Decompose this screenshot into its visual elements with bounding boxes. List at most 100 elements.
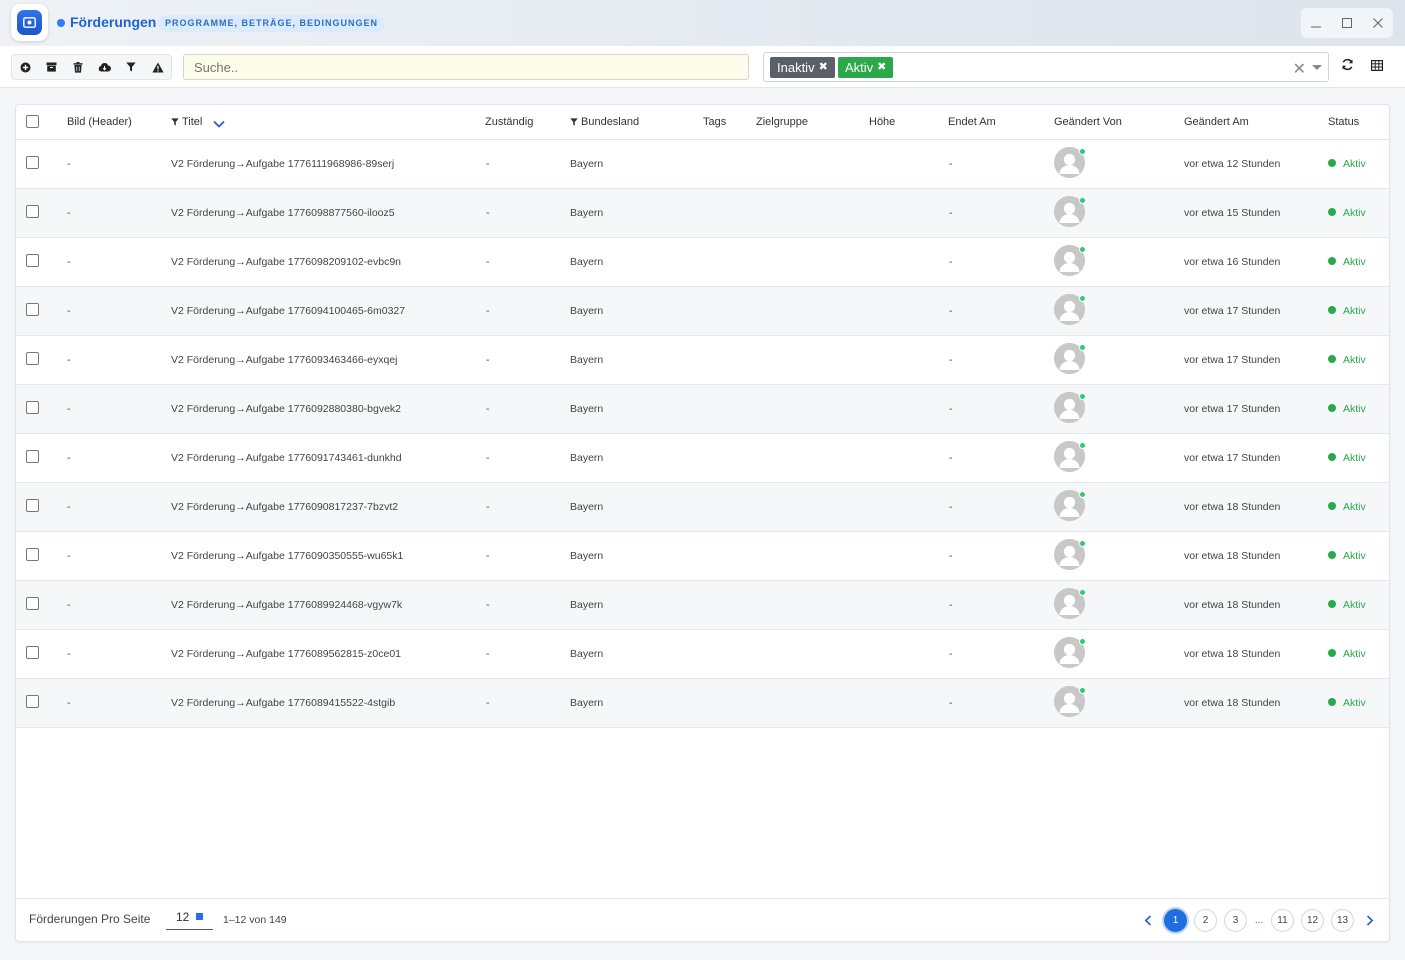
chevron-down-icon[interactable]: [1312, 65, 1322, 70]
close-icon[interactable]: [1368, 13, 1388, 33]
row-checkbox[interactable]: [26, 401, 39, 414]
status-dot: [1328, 355, 1336, 363]
online-indicator: [1079, 589, 1086, 596]
row-checkbox[interactable]: [26, 548, 39, 561]
row-checkbox[interactable]: [26, 156, 39, 169]
row-checkbox[interactable]: [26, 597, 39, 610]
table-row[interactable]: - V2 Förderung→Aufgabe 1776098209102-evbc…: [16, 238, 1389, 287]
online-indicator: [1079, 148, 1086, 155]
column-header-titel[interactable]: Titel: [171, 116, 226, 128]
cell-zustaendig: -: [486, 305, 490, 317]
table-row[interactable]: - V2 Förderung→Aufgabe 1776092880380-bgve…: [16, 385, 1389, 434]
status-dot: [1328, 159, 1336, 167]
row-checkbox[interactable]: [26, 352, 39, 365]
cell-titel[interactable]: V2 Förderung→Aufgabe 1776098877560-ilooz…: [171, 207, 395, 219]
chevron-left-icon[interactable]: [1139, 909, 1157, 932]
title-bar: Förderungen PROGRAMME, BETRÄGE, BEDINGUN…: [0, 0, 1405, 46]
page-button[interactable]: 11: [1271, 908, 1294, 932]
row-checkbox[interactable]: [26, 205, 39, 218]
row-checkbox[interactable]: [26, 254, 39, 267]
cell-endet-am: -: [949, 403, 953, 415]
table-row[interactable]: - V2 Förderung→Aufgabe 1776090350555-wu65…: [16, 532, 1389, 581]
cell-bild: -: [67, 550, 71, 562]
cloud-download-icon[interactable]: [92, 55, 119, 79]
online-indicator: [1079, 687, 1086, 694]
maximize-icon[interactable]: [1337, 13, 1357, 33]
cell-status: Aktiv: [1343, 256, 1366, 268]
page-button[interactable]: 12: [1301, 908, 1324, 932]
cell-titel[interactable]: V2 Förderung→Aufgabe 1776090817237-7bzvt…: [171, 501, 398, 513]
row-checkbox[interactable]: [26, 499, 39, 512]
cell-titel[interactable]: V2 Förderung→Aufgabe 1776089415522-4stgi…: [171, 697, 395, 709]
column-header-bundesland[interactable]: Bundesland: [570, 116, 639, 128]
row-checkbox[interactable]: [26, 695, 39, 708]
column-header-geaendert-von[interactable]: Geändert Von: [1054, 116, 1122, 128]
page-button[interactable]: 1: [1164, 908, 1187, 932]
minimize-icon[interactable]: [1306, 13, 1326, 33]
table-row[interactable]: - V2 Förderung→Aufgabe 1776093463466-eyxq…: [16, 336, 1389, 385]
cell-geaendert-am: vor etwa 17 Stunden: [1184, 305, 1281, 317]
column-header-zielgruppe[interactable]: Zielgruppe: [756, 116, 808, 128]
page-button[interactable]: 3: [1224, 908, 1247, 932]
cell-titel[interactable]: V2 Förderung→Aufgabe 1776090350555-wu65k…: [171, 550, 403, 562]
table-row[interactable]: - V2 Förderung→Aufgabe 1776091743461-dunk…: [16, 434, 1389, 483]
table-row[interactable]: - V2 Förderung→Aufgabe 1776094100465-6m03…: [16, 287, 1389, 336]
row-checkbox[interactable]: [26, 646, 39, 659]
per-page-select[interactable]: 12: [166, 910, 213, 930]
cell-titel[interactable]: V2 Förderung→Aufgabe 1776093463466-eyxqe…: [171, 354, 398, 366]
cell-titel[interactable]: V2 Förderung→Aufgabe 1776111968986-89ser…: [171, 158, 394, 170]
row-checkbox[interactable]: [26, 303, 39, 316]
warning-icon[interactable]: [145, 55, 172, 79]
column-header-status[interactable]: Status: [1328, 116, 1359, 128]
cell-bundesland: Bayern: [570, 452, 604, 464]
status-chip-inaktiv[interactable]: Inaktiv ✖: [770, 57, 835, 78]
table-row[interactable]: - V2 Förderung→Aufgabe 1776111968986-89se…: [16, 140, 1389, 189]
row-checkbox[interactable]: [26, 450, 39, 463]
column-header-bild[interactable]: Bild (Header): [67, 116, 132, 128]
status-chip-aktiv[interactable]: Aktiv ✖: [838, 57, 894, 78]
cell-geaendert-am: vor etwa 18 Stunden: [1184, 648, 1281, 660]
remove-chip-icon[interactable]: ✖: [819, 57, 828, 78]
column-header-endet-am[interactable]: Endet Am: [948, 116, 996, 128]
column-header-hoehe[interactable]: Höhe: [869, 116, 895, 128]
column-settings-icon[interactable]: [1371, 58, 1389, 76]
sort-desc-icon[interactable]: [213, 120, 226, 128]
cell-bundesland: Bayern: [570, 354, 604, 366]
cell-titel[interactable]: V2 Förderung→Aufgabe 1776098209102-evbc9…: [171, 256, 401, 268]
cell-geaendert-am: vor etwa 18 Stunden: [1184, 697, 1281, 709]
page-button[interactable]: 13: [1331, 908, 1354, 932]
cell-titel[interactable]: V2 Förderung→Aufgabe 1776091743461-dunkh…: [171, 452, 402, 464]
page-button[interactable]: 2: [1194, 908, 1217, 932]
filter-icon[interactable]: [118, 55, 145, 79]
search-input[interactable]: [183, 54, 749, 80]
cell-titel[interactable]: V2 Förderung→Aufgabe 1776092880380-bgvek…: [171, 403, 401, 415]
table-footer: Förderungen Pro Seite 12 1–12 von 149 12…: [16, 898, 1389, 941]
column-header-zustaendig[interactable]: Zuständig: [485, 116, 533, 128]
table-row[interactable]: - V2 Förderung→Aufgabe 1776098877560-iloo…: [16, 189, 1389, 238]
clear-filter-icon[interactable]: ✕: [1293, 59, 1306, 79]
column-header-tags[interactable]: Tags: [703, 116, 726, 128]
trash-icon[interactable]: [65, 55, 92, 79]
per-page-dropdown-icon[interactable]: [196, 913, 203, 920]
cell-titel[interactable]: V2 Förderung→Aufgabe 1776094100465-6m032…: [171, 305, 405, 317]
online-indicator: [1079, 393, 1086, 400]
toolbar: Inaktiv ✖ Aktiv ✖ ✕: [0, 46, 1405, 88]
archive-icon[interactable]: [39, 55, 66, 79]
add-icon[interactable]: [12, 55, 39, 79]
cell-bild: -: [67, 501, 71, 513]
refresh-icon[interactable]: [1341, 58, 1359, 76]
table-row[interactable]: - V2 Förderung→Aufgabe 1776089415522-4stg…: [16, 679, 1389, 728]
remove-chip-icon[interactable]: ✖: [877, 57, 886, 78]
app-logo[interactable]: [11, 4, 48, 41]
cell-titel[interactable]: V2 Förderung→Aufgabe 1776089924468-vgyw7…: [171, 599, 402, 611]
cell-bundesland: Bayern: [570, 648, 604, 660]
column-header-geaendert-am[interactable]: Geändert Am: [1184, 116, 1249, 128]
table-row[interactable]: - V2 Förderung→Aufgabe 1776089562815-z0ce…: [16, 630, 1389, 679]
table-row[interactable]: - V2 Förderung→Aufgabe 1776089924468-vgyw…: [16, 581, 1389, 630]
table-row[interactable]: - V2 Förderung→Aufgabe 1776090817237-7bzv…: [16, 483, 1389, 532]
cell-endet-am: -: [949, 697, 953, 709]
cell-titel[interactable]: V2 Förderung→Aufgabe 1776089562815-z0ce0…: [171, 648, 401, 660]
status-filter-select[interactable]: Inaktiv ✖ Aktiv ✖ ✕: [763, 52, 1329, 82]
chevron-right-icon[interactable]: [1361, 909, 1379, 932]
select-all-checkbox[interactable]: [26, 115, 39, 128]
